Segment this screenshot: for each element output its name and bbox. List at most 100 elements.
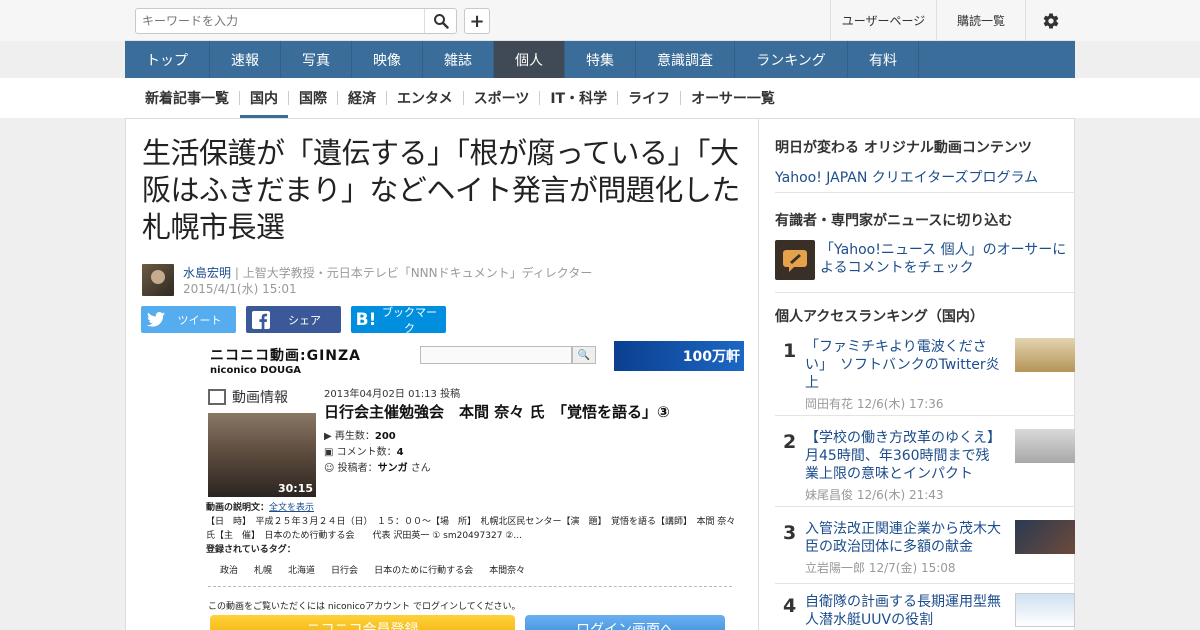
sidebar: 明日が変わる オリジナル動画コンテンツ Yahoo! JAPAN クリエイターズ… <box>759 118 1075 630</box>
ranking-heading: 個人アクセスランキング（国内） <box>775 309 984 325</box>
nav-video[interactable]: 映像 <box>352 41 423 78</box>
divider <box>208 586 732 587</box>
facebook-icon <box>246 310 276 329</box>
user-page-link[interactable]: ユーザーページ <box>830 0 936 41</box>
search-box <box>135 8 457 34</box>
hatena-bookmark-button[interactable]: B! ブックマーク <box>351 305 446 335</box>
embed-views: ▶ 再生数：200 <box>324 431 396 442</box>
video-info-icon <box>208 389 226 405</box>
nav-individual[interactable]: 個人 <box>494 41 565 78</box>
nav-photo[interactable]: 写真 <box>281 41 352 78</box>
nav-magazine[interactable]: 雑誌 <box>423 41 494 78</box>
rank-number: 3 <box>783 522 797 544</box>
rank-meta: 立岩陽一郎 12/7(金) 15:08 <box>805 561 956 575</box>
rank-thumbnail[interactable] <box>1015 429 1075 463</box>
divider <box>775 583 1075 584</box>
divider <box>775 192 1075 193</box>
subnav-economy[interactable]: 経済 <box>338 78 386 118</box>
header: + ユーザーページ 購読一覧 <box>125 0 1075 41</box>
embed-section-label: 動画情報 <box>208 387 288 407</box>
embed-description: 動画の説明文：全文を表示 【日 時】 平成２５年３月２４日（日） １５：００〜【… <box>206 503 736 555</box>
search-icon <box>433 14 449 29</box>
expert-heading: 有識者・専門家がニュースに切り込む <box>775 213 1013 229</box>
gear-icon <box>1043 13 1058 29</box>
original-content-heading: 明日が変わる オリジナル動画コンテンツ <box>775 140 1032 156</box>
divider <box>775 292 1075 293</box>
embed-login-text: この動画をご覧いただくには niconicoアカウント でログインしてください。 <box>208 602 521 612</box>
rank-meta: 妹尾昌俊 12/6(木) 21:43 <box>805 488 944 502</box>
nav-breaking[interactable]: 速報 <box>210 41 281 78</box>
rank-number: 4 <box>783 595 797 617</box>
embed-poster: ☺ 投稿者：サンガ さん <box>324 463 431 474</box>
facebook-share-label: シェア <box>288 313 321 327</box>
rank-title[interactable]: 【学校の働き方改革のゆくえ】月45時間、年360時間まで残業上限の意味とインパク… <box>805 429 1003 483</box>
nav-feature[interactable]: 特集 <box>565 41 636 78</box>
nav-survey[interactable]: 意識調査 <box>636 41 735 78</box>
author-name[interactable]: 水島宏明 <box>183 266 231 280</box>
divider <box>775 506 1075 507</box>
subnav-sports[interactable]: スポーツ <box>464 78 540 118</box>
sub-nav: 新着記事一覧 国内 国際 経済 エンタメ スポーツ IT・科学 ライフ オーサー… <box>135 78 785 118</box>
ranking-heading-wrap: 個人アクセスランキング（国内） <box>775 306 1075 326</box>
subnav-new-articles[interactable]: 新着記事一覧 <box>135 78 239 118</box>
rank-title[interactable]: 「ファミチキより電波ください」 ソフトバンクのTwitter炎上 <box>805 338 1003 392</box>
ranking-item[interactable]: 4 自衛隊の計画する長期運用型無人潜水艇UUVの役割 <box>775 593 1075 630</box>
rank-thumbnail[interactable] <box>1015 338 1075 372</box>
tweet-button[interactable]: ツイート <box>141 306 236 333</box>
ranking-item[interactable]: 1 「ファミチキより電波ください」 ソフトバンクのTwitter炎上 岡田有花 … <box>775 338 1075 411</box>
embed-posted-date: 2013年04月02日 01:13 投稿 <box>324 389 461 400</box>
hatena-bookmark-label: ブックマーク <box>382 305 437 335</box>
author-line: 水島宏明 | 上智大学教授・元日本テレビ「NNNドキュメント」ディレクター <box>183 264 592 281</box>
embed-video-duration: 30:15 <box>277 482 313 495</box>
creators-program-link[interactable]: Yahoo! JAPAN クリエイターズプログラム <box>775 167 1075 187</box>
embed-tags: 政治 札幌 北海道 日行会 日本のために行動する会 本間奈々 <box>220 566 526 576</box>
search-button[interactable] <box>424 9 456 33</box>
embed-register-button: ニコニコ会員登録 <box>210 615 515 630</box>
article-title: 生活保護が「遺伝する」「根が腐っている」「大阪はふきだまり」などヘイト発言が問題… <box>142 136 740 244</box>
rank-thumbnail[interactable] <box>1015 593 1075 627</box>
rank-number: 1 <box>783 340 797 362</box>
ranking-item[interactable]: 2 【学校の働き方改革のゆくえ】月45時間、年360時間まで残業上限の意味とイン… <box>775 429 1075 502</box>
embed-comments: ▣ コメント数：4 <box>324 447 404 458</box>
rank-meta: 岡田有花 12/6(木) 17:36 <box>805 397 944 411</box>
expert-section-heading-wrap: 有識者・専門家がニュースに切り込む <box>775 210 1075 230</box>
subnav-authors[interactable]: オーサー一覧 <box>681 78 785 118</box>
embed-video-thumbnail: 30:15 <box>208 413 316 497</box>
subnav-life[interactable]: ライフ <box>618 78 680 118</box>
nav-paid[interactable]: 有料 <box>848 41 919 78</box>
settings-button[interactable] <box>1025 0 1075 41</box>
comment-icon[interactable] <box>775 240 815 280</box>
subnav-international[interactable]: 国際 <box>289 78 337 118</box>
rank-title[interactable]: 自衛隊の計画する長期運用型無人潜水艇UUVの役割 <box>805 593 1003 629</box>
subnav-it-science[interactable]: IT・科学 <box>540 78 617 118</box>
embed-video-title: 日行会主催勉強会 本間 奈々 氏 「覚悟を語る」③ <box>324 403 670 421</box>
add-button[interactable]: + <box>464 8 490 34</box>
main-nav: トップ 速報 写真 映像 雑誌 個人 特集 意識調査 ランキング 有料 <box>125 41 1075 78</box>
rank-number: 2 <box>783 431 797 453</box>
search-input[interactable] <box>136 9 426 33</box>
rank-thumbnail[interactable] <box>1015 520 1075 554</box>
subscriptions-link[interactable]: 購読一覧 <box>936 0 1025 41</box>
twitter-icon <box>141 312 171 327</box>
article: 生活保護が「遺伝する」「根が腐っている」「大阪はふきだまり」などヘイト発言が問題… <box>125 118 759 630</box>
plus-icon: + <box>469 10 485 32</box>
author-profile: | 上智大学教授・元日本テレビ「NNNドキュメント」ディレクター <box>234 266 593 280</box>
facebook-share-button[interactable]: シェア <box>246 306 341 333</box>
embed-banner: 100万軒 <box>614 341 744 371</box>
embed-login-button: ログイン画面へ <box>525 615 725 630</box>
embed-search-icon: 🔍 <box>572 346 596 364</box>
embed-search-input <box>420 346 572 364</box>
subnav-domestic[interactable]: 国内 <box>240 78 288 118</box>
niconico-logo: ニコニコ動画:GINZA niconico DOUGA <box>210 348 362 376</box>
nav-ranking[interactable]: ランキング <box>735 41 848 78</box>
article-date: 2015/4/1(水) 15:01 <box>183 282 297 296</box>
author-comments-link[interactable]: 「Yahoo!ニュース 個人」のオーサーによるコメントをチェック <box>820 241 1070 277</box>
subnav-entertainment[interactable]: エンタメ <box>387 78 463 118</box>
ranking-item[interactable]: 3 入管法改正関連企業から茂木大臣の政治団体に多額の献金 立岩陽一郎 12/7(… <box>775 520 1075 576</box>
divider <box>775 415 1075 416</box>
tweet-label: ツイート <box>177 313 222 327</box>
rank-title[interactable]: 入管法改正関連企業から茂木大臣の政治団体に多額の献金 <box>805 520 1003 556</box>
hatena-bookmark-icon: B! <box>355 309 377 330</box>
author-avatar[interactable] <box>142 264 174 296</box>
nav-top[interactable]: トップ <box>125 41 210 78</box>
